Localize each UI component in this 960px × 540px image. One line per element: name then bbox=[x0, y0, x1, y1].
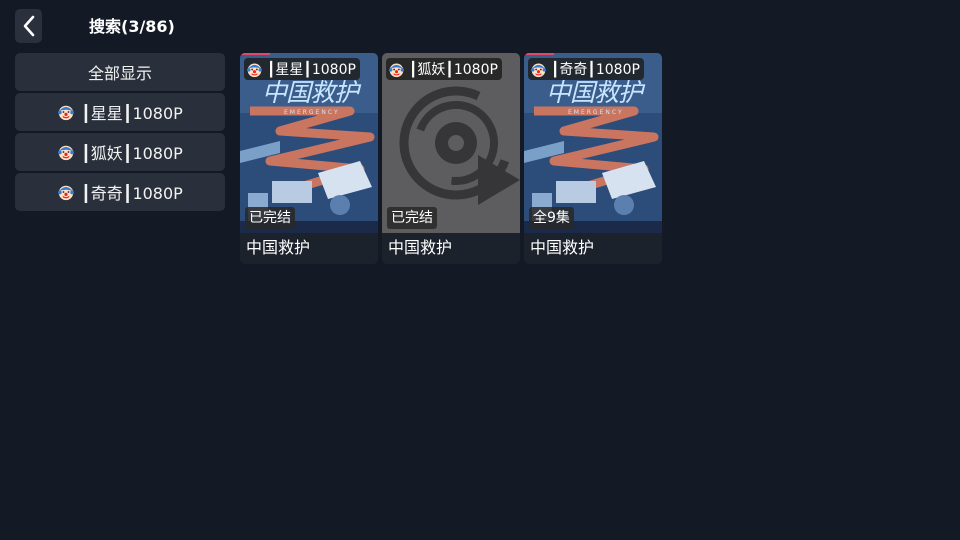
card-title: 中国救护 bbox=[382, 233, 520, 264]
filter-item-label: ┃奇奇┃1080P bbox=[81, 184, 183, 203]
poster-subtitle-text: EMERGENCY bbox=[568, 109, 624, 116]
filter-item-label: ┃星星┃1080P bbox=[81, 104, 183, 123]
clown-emoji-icon bbox=[57, 183, 75, 201]
clown-emoji-icon bbox=[388, 61, 405, 78]
result-card[interactable]: 中国救护 EMERGENCY ┃奇奇┃1080P 全9集 中国救护 bbox=[524, 53, 662, 264]
video-placeholder bbox=[382, 53, 520, 233]
card-title: 中国救护 bbox=[524, 233, 662, 264]
status-badge: 已完结 bbox=[245, 207, 295, 229]
filter-show-all-label: 全部显示 bbox=[87, 64, 152, 83]
back-button[interactable] bbox=[15, 9, 42, 43]
poster-image: 中国救护 EMERGENCY bbox=[524, 53, 662, 233]
filter-item-label: ┃狐妖┃1080P bbox=[81, 144, 183, 163]
poster-image: 中国救护 EMERGENCY bbox=[240, 53, 378, 233]
page-title: 搜索(3/86) bbox=[89, 17, 175, 36]
source-label: ┃奇奇┃1080P bbox=[551, 62, 640, 78]
source-label: ┃星星┃1080P bbox=[267, 62, 356, 78]
source-badge: ┃奇奇┃1080P bbox=[528, 58, 644, 80]
clown-emoji-icon bbox=[246, 61, 263, 78]
status-badge: 全9集 bbox=[529, 207, 574, 229]
chevron-left-icon bbox=[23, 15, 34, 37]
clown-emoji-icon bbox=[57, 103, 75, 121]
filter-item-qiqi[interactable]: ┃奇奇┃1080P bbox=[15, 173, 225, 211]
clown-emoji-icon bbox=[530, 61, 547, 78]
video-placeholder-icon bbox=[399, 86, 520, 205]
card-title: 中国救护 bbox=[240, 233, 378, 264]
result-card[interactable]: ┃狐妖┃1080P 已完结 中国救护 bbox=[382, 53, 520, 264]
status-badge: 已完结 bbox=[387, 207, 437, 229]
result-card[interactable]: 中国救护 EMERGENCY ┃星星┃1080P 已完结 中国救护 bbox=[240, 53, 378, 264]
poster-subtitle-text: EMERGENCY bbox=[284, 109, 340, 116]
filter-item-huyao[interactable]: ┃狐妖┃1080P bbox=[15, 133, 225, 171]
filter-show-all[interactable]: 全部显示 bbox=[15, 53, 225, 91]
source-filter-list: 全部显示 ┃星星┃1080P ┃狐妖┃1080P ┃奇奇┃1080P bbox=[15, 53, 225, 213]
source-label: ┃狐妖┃1080P bbox=[409, 62, 498, 78]
source-badge: ┃狐妖┃1080P bbox=[386, 58, 502, 80]
filter-item-xingxing[interactable]: ┃星星┃1080P bbox=[15, 93, 225, 131]
clown-emoji-icon bbox=[57, 143, 75, 161]
source-badge: ┃星星┃1080P bbox=[244, 58, 360, 80]
